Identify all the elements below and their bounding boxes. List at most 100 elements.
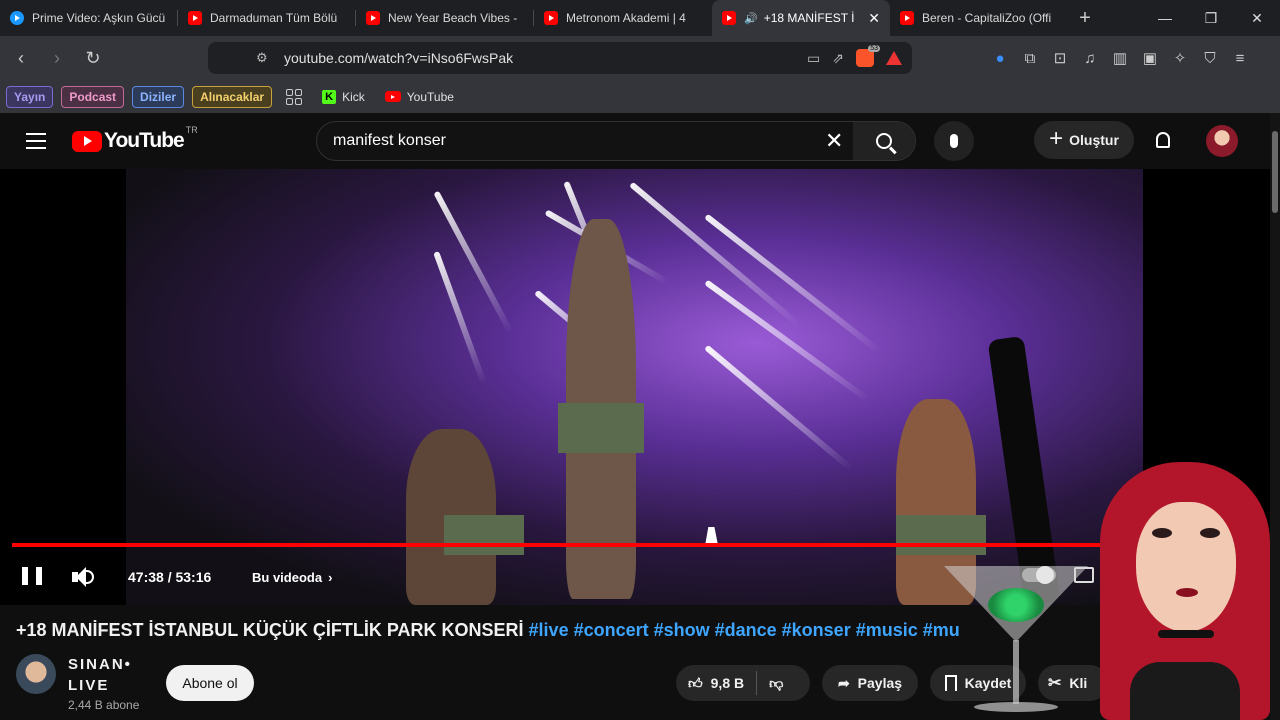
bookmark-folder-diziler[interactable]: Diziler — [132, 85, 185, 108]
like-count: 9,8 B — [710, 675, 745, 691]
browser-tab-active[interactable]: 🔊 +18 MANİFEST İ ✕ — [712, 0, 890, 36]
screenshot-icon[interactable]: ⊡ — [1050, 49, 1070, 67]
dislike-button[interactable]: 👎︎ — [757, 665, 795, 701]
logo-wordmark: YouTube — [104, 129, 185, 152]
music-icon[interactable]: ♫ — [1080, 50, 1100, 67]
bookmark-kick[interactable]: K Kick — [322, 89, 365, 104]
puzzle-icon[interactable]: ⧉ — [1020, 50, 1040, 67]
menu-icon[interactable]: ≡ — [1230, 50, 1250, 67]
tab-title: Darmaduman Tüm Bölü — [210, 11, 338, 25]
tab-title: Beren - CapitaliZoo (Offi — [922, 11, 1052, 25]
tab-title: New Year Beach Vibes - — [388, 11, 518, 25]
browser-tab[interactable]: New Year Beach Vibes - — [356, 0, 534, 36]
pause-button[interactable] — [22, 567, 42, 587]
time-display: 47:38 / 53:16 — [128, 569, 212, 585]
search-input[interactable] — [333, 132, 813, 150]
youtube-icon — [722, 11, 736, 25]
close-tab-icon[interactable]: ✕ — [868, 10, 880, 27]
progress-fill — [12, 543, 1125, 547]
share-arrow-icon: ➦ — [837, 674, 850, 691]
youtube-icon — [544, 11, 558, 25]
prime-video-icon — [10, 11, 24, 25]
sidebar-icon[interactable]: ▥ — [1110, 49, 1130, 67]
browser-tab[interactable]: Darmaduman Tüm Bölü — [178, 0, 356, 36]
youtube-icon — [384, 91, 401, 102]
youtube-icon — [366, 11, 380, 25]
hamburger-menu-icon[interactable] — [26, 133, 46, 149]
plus-icon: + — [1049, 125, 1064, 152]
vpn-icon[interactable]: ⛉ — [1200, 50, 1220, 67]
youtube-logo[interactable]: YouTube TR — [72, 125, 198, 153]
bookmark-label: Kick — [342, 89, 365, 104]
video-frame — [126, 169, 1143, 605]
extensions-area: ● ⧉ ⊡ ♫ ▥ ▣ ✧ ⛉ ≡ — [990, 42, 1250, 74]
create-button[interactable]: + Oluştur — [1034, 121, 1134, 159]
channel-name-line: SINAN• — [68, 656, 132, 673]
notifications-bell-icon[interactable] — [1150, 127, 1176, 153]
browser-tab-bar: Prime Video: Aşkın Gücü Darmaduman Tüm B… — [0, 0, 1280, 36]
bookmark-youtube[interactable]: YouTube — [384, 89, 454, 104]
clear-search-icon[interactable]: ✕ — [825, 128, 843, 154]
search-box: ✕ — [316, 121, 916, 161]
reload-icon[interactable]: ↻ — [78, 43, 108, 73]
extension-icon[interactable]: ● — [990, 50, 1010, 67]
like-button[interactable]: 👍︎ 9,8 B — [676, 665, 756, 701]
brave-shield-icon[interactable]: 53 — [856, 45, 880, 67]
thumbs-down-icon: 👎︎ — [769, 674, 784, 691]
bookmark-folder-podcast[interactable]: Podcast — [61, 85, 125, 108]
channel-name-line: LIVE — [68, 677, 110, 694]
address-toolbar: ‹ › ↻ ▯ ⚙ youtube.com/watch?v=iNso6FwsPa… — [0, 36, 1280, 80]
share-button[interactable]: ➦ Paylaş — [822, 665, 918, 701]
browser-tab[interactable]: Beren - CapitaliZoo (Offi — [890, 0, 1068, 36]
voice-search-button[interactable] — [934, 121, 974, 161]
subscribe-button[interactable]: Abone ol — [166, 665, 254, 701]
window-controls: — ❐ ✕ — [1142, 0, 1280, 36]
youtube-icon — [188, 11, 202, 25]
leo-ai-icon[interactable]: ✧ — [1170, 49, 1190, 67]
share-page-icon[interactable]: ⇗ — [832, 50, 844, 67]
tab-title: Prime Video: Aşkın Gücü — [32, 11, 166, 25]
like-dislike-group: 👍︎ 9,8 B 👎︎ — [676, 665, 810, 701]
youtube-play-icon — [72, 130, 102, 152]
cast-icon[interactable]: ▭ — [807, 50, 820, 67]
brave-rewards-icon[interactable] — [886, 51, 902, 65]
minimize-icon[interactable]: — — [1142, 0, 1188, 36]
new-tab-icon[interactable]: + — [1068, 0, 1102, 36]
bookmark-folder-alinacaklar[interactable]: Alınacaklar — [192, 85, 273, 108]
chapter-button[interactable]: Bu videoda › — [252, 570, 332, 585]
thumbs-up-icon: 👍︎ — [688, 674, 703, 691]
url-bar[interactable]: ⚙ youtube.com/watch?v=iNso6FwsPak ▭ ⇗ 53 — [208, 42, 912, 74]
page-scrollbar[interactable] — [1270, 113, 1280, 720]
maximize-icon[interactable]: ❐ — [1188, 0, 1234, 36]
video-progress-bar[interactable] — [12, 543, 1256, 547]
video-title-text: +18 MANİFEST İSTANBUL KÜÇÜK ÇİFTLİK PARK… — [16, 620, 524, 640]
site-info-icon[interactable]: ⚙ — [256, 50, 268, 66]
chapter-label: Bu videoda — [252, 570, 323, 585]
volume-icon[interactable] — [72, 567, 94, 587]
video-hashtags[interactable]: #live #concert #show #dance #konser #mus… — [529, 620, 960, 640]
channel-avatar[interactable] — [16, 654, 56, 694]
back-icon[interactable]: ‹ — [6, 43, 36, 73]
speaker-icon[interactable]: 🔊 — [744, 12, 758, 25]
video-player[interactable]: 47:38 / 53:16 Bu videoda › — [0, 169, 1270, 605]
forward-icon[interactable]: › — [42, 43, 72, 73]
wallet-icon[interactable]: ▣ — [1140, 49, 1160, 67]
browser-tab[interactable]: Metronom Akademi | 4 — [534, 0, 712, 36]
create-label: Oluştur — [1069, 132, 1119, 148]
share-label: Paylaş — [857, 675, 903, 691]
bookmark-label: YouTube — [406, 89, 454, 104]
account-avatar[interactable] — [1206, 125, 1238, 157]
video-title: +18 MANİFEST İSTANBUL KÜÇÜK ÇİFTLİK PARK… — [16, 620, 960, 641]
bookmarks-bar: Yayın Podcast Diziler Alınacaklar K Kick… — [0, 80, 1280, 113]
youtube-masthead: YouTube TR ✕ + Oluştur — [0, 113, 1270, 169]
search-button[interactable] — [853, 122, 915, 160]
youtube-icon — [900, 11, 914, 25]
close-window-icon[interactable]: ✕ — [1234, 0, 1280, 36]
region-code: TR — [185, 125, 198, 135]
apps-grid-icon[interactable] — [286, 88, 303, 105]
channel-name[interactable]: SINAN• LIVE — [68, 654, 158, 696]
browser-tab[interactable]: Prime Video: Aşkın Gücü — [0, 0, 178, 36]
tab-title: Metronom Akademi | 4 — [566, 11, 686, 25]
tab-title: +18 MANİFEST İ — [763, 11, 855, 25]
bookmark-folder-yayin[interactable]: Yayın — [6, 85, 54, 108]
